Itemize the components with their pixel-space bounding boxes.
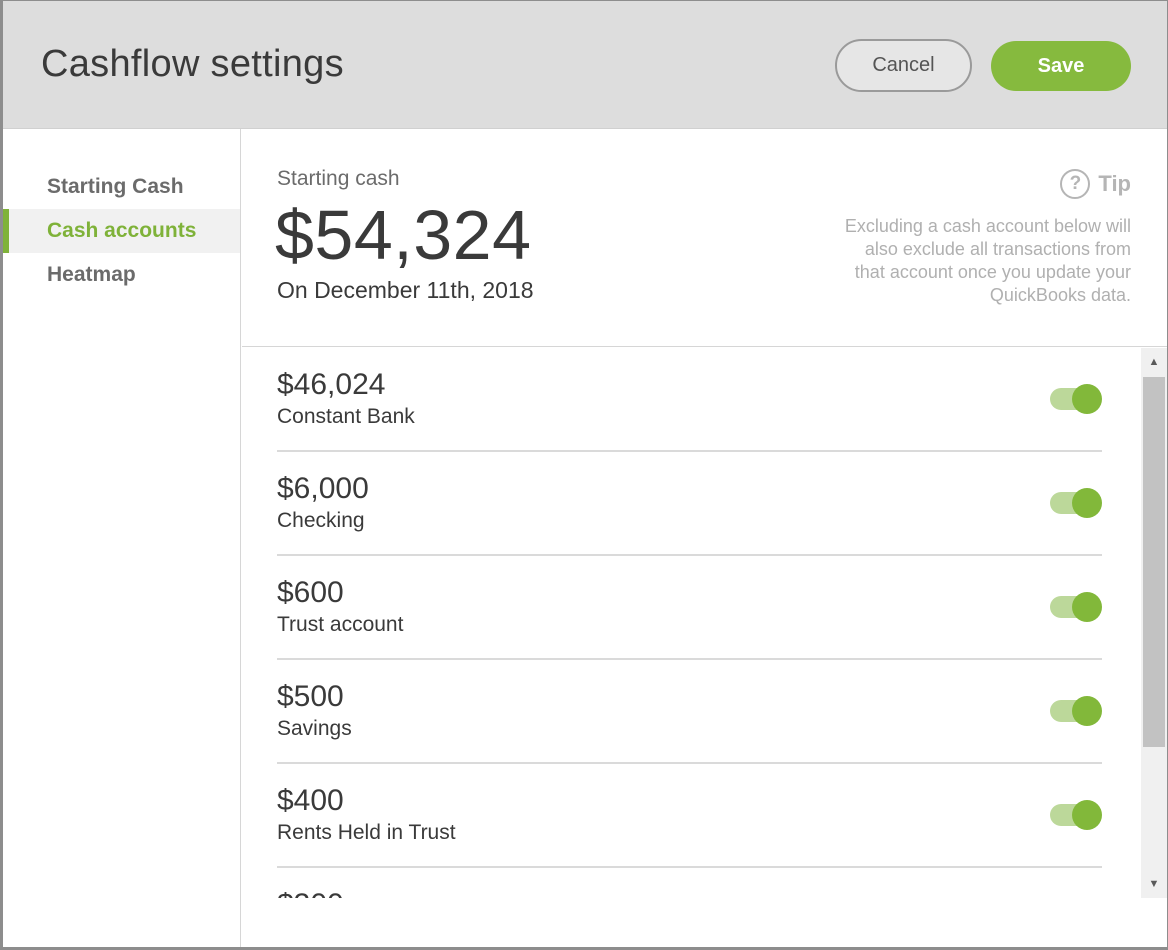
toggle-knob: [1072, 696, 1102, 726]
starting-cash-amount: $54,324: [275, 196, 532, 274]
account-amount: $46,024: [277, 368, 386, 401]
starting-cash-date: On December 11th, 2018: [277, 277, 534, 303]
scroll-up-icon[interactable]: ▲: [1141, 348, 1167, 376]
tip-text: Excluding a cash account below will also…: [844, 216, 1131, 305]
sidebar-item-heatmap[interactable]: Heatmap: [3, 253, 240, 297]
account-name: Checking: [277, 509, 365, 532]
sidebar-item-starting-cash[interactable]: Starting Cash: [3, 165, 240, 209]
toggle-knob: [1072, 592, 1102, 622]
include-account-toggle[interactable]: [1050, 696, 1102, 726]
list-item: $600 Trust account: [277, 556, 1102, 660]
scroll-down-icon[interactable]: ▼: [1141, 870, 1167, 898]
scroll-thumb[interactable]: [1143, 377, 1165, 747]
list-item: $6,000 Checking: [277, 452, 1102, 556]
include-account-toggle[interactable]: [1050, 800, 1102, 830]
account-name: Trust account: [277, 613, 404, 636]
toggle-knob: [1072, 800, 1102, 830]
tip-label: Tip: [1098, 171, 1131, 196]
account-amount: $600: [277, 576, 344, 609]
list-item: $400 Rents Held in Trust: [277, 764, 1102, 868]
cancel-button[interactable]: Cancel: [835, 39, 972, 92]
account-name: Rents Held in Trust: [277, 821, 456, 844]
account-amount: $6,000: [277, 472, 369, 505]
account-amount: $300: [277, 888, 344, 898]
include-account-toggle[interactable]: [1050, 488, 1102, 518]
accounts-scrollbar[interactable]: ▲ ▼: [1141, 348, 1167, 898]
sidebar-item-cash-accounts[interactable]: Cash accounts: [3, 209, 240, 253]
sidebar-item-label: Starting Cash: [47, 175, 184, 198]
include-account-toggle[interactable]: [1050, 592, 1102, 622]
starting-cash-label: Starting cash: [277, 167, 400, 190]
dialog-header: Cashflow settings Cancel Save: [3, 1, 1167, 129]
settings-sidebar: Starting Cash Cash accounts Heatmap: [3, 129, 241, 947]
list-item: $300: [277, 868, 1102, 898]
account-amount: $400: [277, 784, 344, 817]
cash-accounts-list: $46,024 Constant Bank $6,000 Checking $6…: [242, 348, 1139, 898]
dialog-title: Cashflow settings: [41, 43, 344, 85]
account-amount: $500: [277, 680, 344, 713]
account-name: Constant Bank: [277, 405, 415, 428]
sidebar-item-label: Cash accounts: [47, 219, 197, 242]
cashflow-settings-dialog: Cashflow settings Cancel Save Starting C…: [3, 1, 1167, 947]
toggle-knob: [1072, 384, 1102, 414]
tip-toggle[interactable]: ? Tip: [1060, 169, 1131, 199]
save-button[interactable]: Save: [991, 41, 1131, 91]
starting-cash-summary: Starting cash $54,324 On December 11th, …: [242, 129, 1167, 347]
list-item: $500 Savings: [277, 660, 1102, 764]
include-account-toggle[interactable]: [1050, 384, 1102, 414]
toggle-knob: [1072, 488, 1102, 518]
question-circle-icon: ?: [1060, 169, 1091, 199]
account-name: Savings: [277, 717, 352, 740]
list-item: $46,024 Constant Bank: [277, 348, 1102, 452]
sidebar-item-label: Heatmap: [47, 263, 136, 286]
